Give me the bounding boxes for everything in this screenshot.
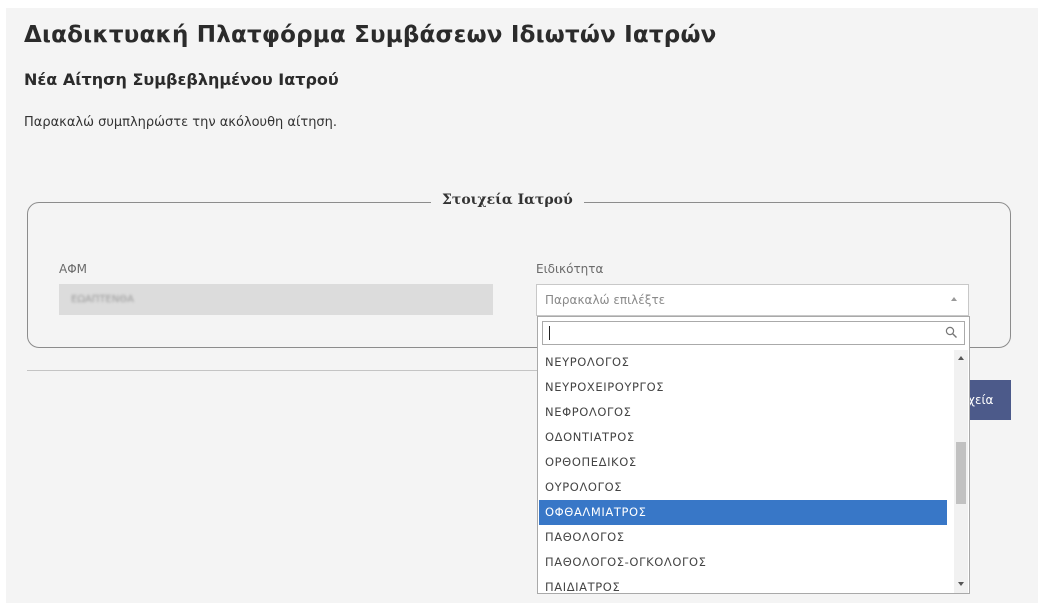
- specialty-option-highlighted[interactable]: ΟΦΘΑΛΜΙΑΤΡΟΣ: [539, 500, 947, 525]
- scroll-down-arrow-icon[interactable]: [958, 582, 964, 586]
- specialty-option[interactable]: ΠΑΙΔΙΑΤΡΟΣ: [539, 575, 947, 593]
- afm-label: ΑΦΜ: [59, 262, 88, 276]
- dropdown-scrollbar[interactable]: [954, 350, 968, 593]
- specialty-placeholder: Παρακαλώ επιλέξτε: [545, 293, 666, 307]
- afm-value: ΕΩΑΠΤΕΝΘΑ: [71, 294, 134, 305]
- specialty-label: Ειδικότητα: [536, 262, 604, 276]
- specialty-search-input[interactable]: [542, 321, 965, 345]
- specialty-options-list: ΝΕΥΡΟΛΟΓΟΣ ΝΕΥΡΟΧΕΙΡΟΥΡΓΟΣ ΝΕΦΡΟΛΟΓΟΣ ΟΔ…: [539, 350, 947, 593]
- specialty-option[interactable]: ΝΕΥΡΟΛΟΓΟΣ: [539, 350, 947, 375]
- form-title: Νέα Αίτηση Συμβεβλημένου Ιατρού: [24, 70, 339, 89]
- chevron-up-icon: [951, 297, 957, 301]
- specialty-option[interactable]: ΝΕΥΡΟΧΕΙΡΟΥΡΓΟΣ: [539, 375, 947, 400]
- fieldset-legend: Στοιχεία Ιατρού: [431, 192, 584, 208]
- scrollbar-thumb[interactable]: [956, 442, 966, 504]
- specialty-dropdown: ΝΕΥΡΟΛΟΓΟΣ ΝΕΥΡΟΧΕΙΡΟΥΡΓΟΣ ΝΕΦΡΟΛΟΓΟΣ ΟΔ…: [537, 316, 970, 594]
- specialty-option[interactable]: ΟΡΘΟΠΕΔΙΚΟΣ: [539, 450, 947, 475]
- specialty-option[interactable]: ΠΑΘΟΛΟΓΟΣ: [539, 525, 947, 550]
- form-divider: [27, 370, 540, 371]
- page-title: Διαδικτυακή Πλατφόρμα Συμβάσεων Ιδιωτών …: [24, 22, 717, 48]
- specialty-option[interactable]: ΝΕΦΡΟΛΟΓΟΣ: [539, 400, 947, 425]
- specialty-select[interactable]: Παρακαλώ επιλέξτε: [536, 284, 969, 316]
- specialty-option[interactable]: ΟΔΟΝΤΙΑΤΡΟΣ: [539, 425, 947, 450]
- afm-field[interactable]: ΕΩΑΠΤΕΝΘΑ: [59, 284, 493, 315]
- specialty-option[interactable]: ΠΑΘΟΛΟΓΟΣ-ΟΓΚΟΛΟΓΟΣ: [539, 550, 947, 575]
- search-icon: [945, 326, 957, 338]
- text-cursor: [549, 326, 550, 340]
- instructions-text: Παρακαλώ συμπληρώστε την ακόλουθη αίτηση…: [24, 115, 338, 130]
- scroll-up-arrow-icon[interactable]: [958, 356, 964, 360]
- specialty-option[interactable]: ΟΥΡΟΛΟΓΟΣ: [539, 475, 947, 500]
